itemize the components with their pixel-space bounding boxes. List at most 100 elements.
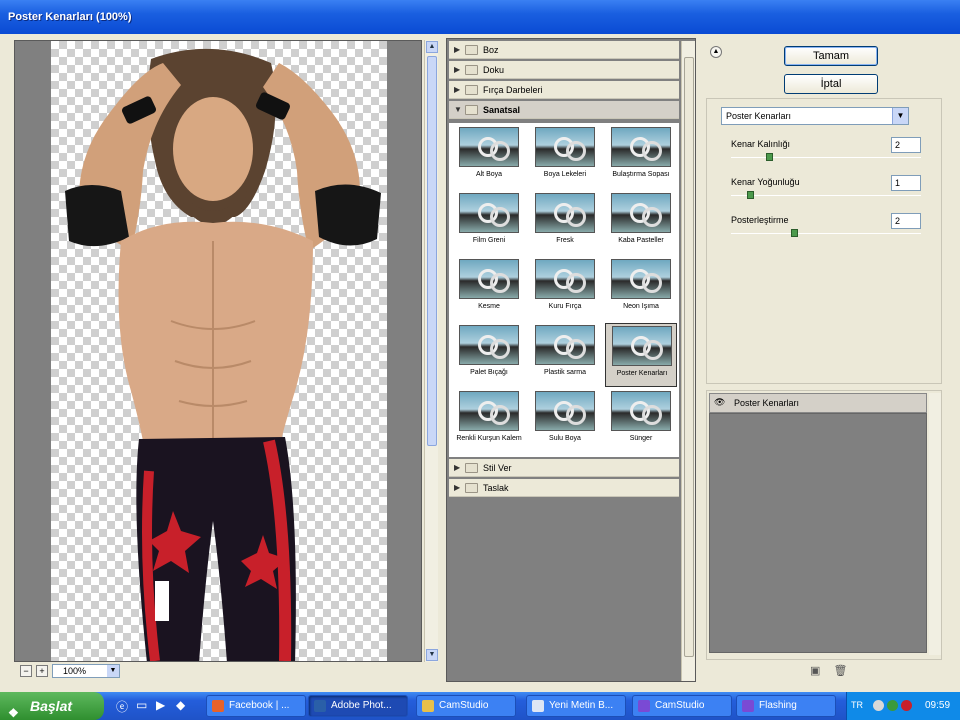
taskbar-button[interactable]: CamStudio — [632, 695, 732, 717]
ie-icon[interactable]: ⓔ — [116, 698, 128, 715]
app-icon — [212, 700, 224, 712]
taskbar-button[interactable]: Flashing — [736, 695, 836, 717]
zoom-select[interactable]: 100% ▼ — [52, 664, 120, 678]
category-doku[interactable]: ▶ Doku — [449, 61, 679, 79]
preview-figure — [65, 48, 381, 661]
param-value-input[interactable]: 1 — [891, 175, 921, 191]
category-firca-darbeleri[interactable]: ▶ Fırça Darbeleri — [449, 81, 679, 99]
filter-thumbnail — [611, 259, 671, 299]
app-icon — [422, 700, 434, 712]
taskbar-button[interactable]: Facebook | ... — [206, 695, 306, 717]
network-icon[interactable] — [887, 700, 898, 711]
param-label: Kenar Kalınlığı — [731, 139, 791, 149]
filter-tile[interactable]: Boya Lekeleri — [529, 125, 601, 189]
filter-select-value: Poster Kenarları — [726, 111, 792, 121]
filter-thumbnail — [459, 193, 519, 233]
filter-settings: Poster Kenarları ▼ Kenar Kalınlığı 2 Kenar… — [706, 98, 942, 384]
filter-tile[interactable]: Palet Bıçağı — [453, 323, 525, 387]
filter-label: Plastik sarma — [543, 369, 586, 376]
filter-tile[interactable]: Film Greni — [453, 191, 525, 255]
cancel-button[interactable]: İptal — [784, 74, 878, 94]
filter-select[interactable]: Poster Kenarları ▼ — [721, 107, 909, 125]
zoom-value: 100% — [63, 666, 87, 676]
category-label: Boz — [483, 45, 499, 55]
folder-icon — [465, 85, 478, 95]
filter-thumbnail — [611, 391, 671, 431]
filter-tile[interactable]: Plastik sarma — [529, 323, 601, 387]
zoom-in-button[interactable]: + — [36, 665, 48, 677]
category-taslak[interactable]: ▶ Taslak — [449, 479, 679, 497]
filter-tile[interactable]: Kesme — [453, 257, 525, 321]
filter-thumbnail — [535, 193, 595, 233]
expand-arrow-icon: ▶ — [454, 463, 461, 472]
taskbar-button-label: Flashing — [759, 700, 797, 711]
filter-tile[interactable]: Bulaştırma Sopası — [605, 125, 677, 189]
filter-thumbnails: Alt Boya Boya Lekeleri Bulaştırma Sopası Fi… — [449, 123, 679, 457]
filter-label: Poster Kenarları — [616, 370, 668, 377]
layers-scrollbar[interactable] — [929, 393, 941, 655]
folder-icon — [465, 45, 478, 55]
filter-tile[interactable]: Sulu Boya — [529, 389, 601, 453]
ok-button[interactable]: Tamam — [784, 46, 878, 66]
zoom-out-button[interactable]: − — [20, 665, 32, 677]
chevron-down-icon: ▼ — [892, 108, 908, 124]
scroll-thumb[interactable] — [684, 57, 694, 657]
filter-tile[interactable]: Renkli Kurşun Kalem — [453, 389, 525, 453]
window-title: Poster Kenarları (100%) — [8, 11, 132, 23]
desktop-icon[interactable]: ▭ — [136, 698, 147, 712]
app-icon — [532, 700, 544, 712]
param-value-input[interactable]: 2 — [891, 137, 921, 153]
category-stil-ver[interactable]: ▶ Stil Ver — [449, 459, 679, 477]
param-slider-handle[interactable] — [766, 153, 773, 161]
param-slider-track[interactable] — [731, 157, 921, 158]
scroll-up-icon[interactable]: ▲ — [426, 41, 438, 53]
filter-thumbnail — [459, 259, 519, 299]
effect-layer-name: Poster Kenarları — [734, 398, 800, 408]
param-slider-track[interactable] — [731, 195, 921, 196]
taskbar-button-label: CamStudio — [655, 700, 705, 711]
language-indicator[interactable]: TR — [851, 700, 863, 710]
param-value-input[interactable]: 2 — [891, 213, 921, 229]
scroll-down-icon[interactable]: ▼ — [426, 649, 438, 661]
quick-launch-icon[interactable]: ◆ — [176, 698, 185, 712]
param-slider-handle[interactable] — [791, 229, 798, 237]
start-button[interactable]: ❖ Başlat — [0, 692, 104, 720]
filter-tile[interactable]: Fresk — [529, 191, 601, 255]
filter-label: Kuru Fırça — [548, 303, 582, 310]
filter-tile[interactable]: Sünger — [605, 389, 677, 453]
param-slider-handle[interactable] — [747, 191, 754, 199]
help-icon[interactable] — [873, 700, 884, 711]
filter-tile[interactable]: Neon Işıma — [605, 257, 677, 321]
gallery-scrollbar[interactable] — [681, 41, 695, 681]
filter-tile[interactable]: Kuru Fırça — [529, 257, 601, 321]
collapse-gallery-icon[interactable]: ▲ — [710, 46, 722, 58]
layers-area — [709, 413, 927, 653]
taskbar-button-label: Facebook | ... — [229, 700, 290, 711]
filter-tile[interactable]: Poster Kenarları — [605, 323, 677, 387]
filter-tile[interactable]: Alt Boya — [453, 125, 525, 189]
param-label: Kenar Yoğunluğu — [731, 177, 800, 187]
filter-label: Neon Işıma — [623, 303, 659, 310]
transparent-canvas — [51, 41, 387, 661]
media-icon[interactable]: ▶ — [156, 698, 165, 712]
filter-gallery: ▶ Boz ▶ Doku ▶ Fırça Darbeleri ▼ Sanatsa… — [446, 38, 696, 682]
eye-icon[interactable]: 👁 — [714, 397, 725, 408]
filter-label: Palet Bıçağı — [470, 369, 508, 376]
image-preview[interactable] — [14, 40, 422, 662]
security-icon[interactable] — [901, 700, 912, 711]
taskbar-button[interactable]: Adobe Phot... — [308, 695, 408, 717]
taskbar-button[interactable]: Yeni Metin B... — [526, 695, 626, 717]
filter-thumbnail — [459, 325, 519, 365]
app-icon — [314, 700, 326, 712]
category-sanatsal[interactable]: ▼ Sanatsal — [449, 101, 679, 119]
effect-layer-row[interactable]: 👁 Poster Kenarları — [709, 393, 927, 413]
new-layer-icon[interactable]: ▣ — [810, 665, 820, 677]
preview-scrollbar[interactable]: ▲ ▼ — [424, 40, 438, 662]
scroll-thumb[interactable] — [427, 56, 437, 446]
category-boz[interactable]: ▶ Boz — [449, 41, 679, 59]
filter-tile[interactable]: Kaba Pasteller — [605, 191, 677, 255]
title-bar: Poster Kenarları (100%) — [0, 0, 960, 34]
param-slider-track[interactable] — [731, 233, 921, 234]
taskbar-button[interactable]: CamStudio — [416, 695, 516, 717]
trash-icon[interactable]: 🗑 — [833, 665, 847, 677]
